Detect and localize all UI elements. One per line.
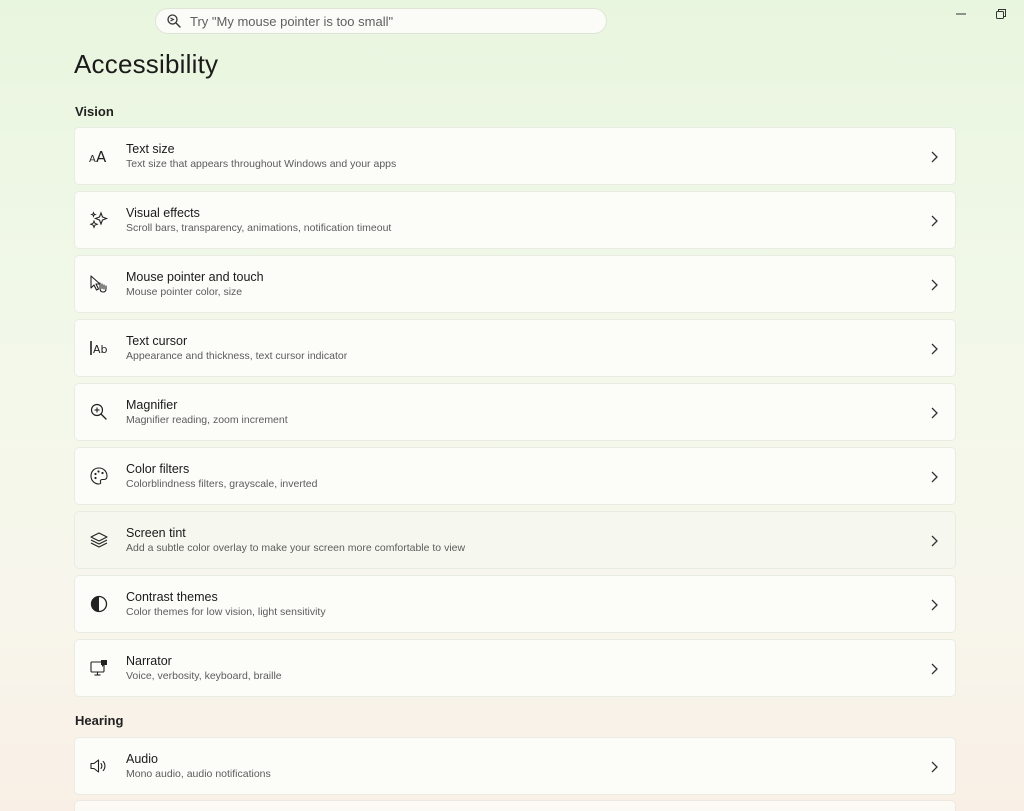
setting-label: Magnifier — [126, 397, 178, 412]
chevron-right-icon — [929, 662, 939, 676]
page-title: Accessibility — [74, 49, 219, 79]
minimize-button[interactable] — [949, 4, 973, 24]
setting-label: Narrator — [126, 653, 172, 668]
setting-color-filters[interactable]: Color filters Colorblindness filters, gr… — [74, 447, 956, 505]
setting-narrator[interactable]: Narrator Voice, verbosity, keyboard, bra… — [74, 639, 956, 697]
restore-button[interactable] — [989, 4, 1013, 24]
chevron-right-icon — [929, 598, 939, 612]
setting-description: Voice, verbosity, keyboard, braille — [126, 669, 282, 682]
minimize-icon — [956, 9, 966, 19]
mouse-pointer-icon — [89, 274, 109, 294]
setting-description: Color themes for low vision, light sensi… — [126, 605, 326, 618]
setting-description: Mono audio, audio notifications — [126, 767, 271, 780]
setting-text-cursor[interactable]: Ab Text cursor Appearance and thickness,… — [74, 319, 956, 377]
setting-label: Mouse pointer and touch — [126, 269, 264, 284]
setting-text-size[interactable]: A A Text size Text size that appears thr… — [74, 127, 956, 185]
contrast-icon — [89, 594, 109, 614]
setting-audio[interactable]: Audio Mono audio, audio notifications — [74, 737, 956, 795]
setting-label: Visual effects — [126, 205, 200, 220]
setting-description: Appearance and thickness, text cursor in… — [126, 349, 348, 362]
next-setting-card-partial[interactable] — [74, 800, 956, 811]
svg-text:A: A — [89, 154, 96, 165]
setting-label: Audio — [126, 751, 158, 766]
setting-screen-tint[interactable]: Screen tint Add a subtle color overlay t… — [74, 511, 956, 569]
vision-settings-list: A A Text size Text size that appears thr… — [74, 127, 956, 703]
setting-description: Add a subtle color overlay to make your … — [126, 541, 466, 554]
setting-label: Text cursor — [126, 333, 188, 348]
setting-label: Screen tint — [126, 525, 186, 540]
hearing-settings-list: Audio Mono audio, audio notifications — [74, 737, 956, 801]
chevron-right-icon — [929, 534, 939, 548]
chevron-right-icon — [929, 406, 939, 420]
text-size-icon: A A — [89, 146, 109, 166]
speaker-icon — [89, 756, 109, 776]
setting-description: Colorblindness filters, grayscale, inver… — [126, 477, 318, 490]
chevron-right-icon — [929, 150, 939, 164]
chevron-right-icon — [929, 760, 939, 774]
sparkle-icon — [89, 210, 109, 230]
search-input[interactable] — [188, 12, 592, 30]
setting-mouse-pointer[interactable]: Mouse pointer and touch Mouse pointer co… — [74, 255, 956, 313]
setting-description: Text size that appears throughout Window… — [126, 157, 397, 170]
section-title-hearing: Hearing — [75, 713, 124, 728]
chevron-right-icon — [929, 278, 939, 292]
setting-label: Text size — [126, 141, 175, 156]
narrator-icon — [89, 658, 109, 678]
setting-visual-effects[interactable]: Visual effects Scroll bars, transparency… — [74, 191, 956, 249]
palette-icon — [89, 466, 109, 486]
svg-text:Ab: Ab — [93, 343, 108, 356]
search-icon — [166, 13, 182, 29]
setting-label: Color filters — [126, 461, 190, 476]
chevron-right-icon — [929, 470, 939, 484]
text-cursor-icon: Ab — [89, 338, 109, 358]
chevron-right-icon — [929, 342, 939, 356]
setting-description: Magnifier reading, zoom increment — [126, 413, 288, 426]
section-title-vision: Vision — [75, 104, 114, 119]
setting-description: Mouse pointer color, size — [126, 285, 243, 298]
setting-magnifier[interactable]: Magnifier Magnifier reading, zoom increm… — [74, 383, 956, 441]
setting-contrast-themes[interactable]: Contrast themes Color themes for low vis… — [74, 575, 956, 633]
layers-icon — [89, 530, 109, 550]
restore-icon — [996, 9, 1006, 19]
setting-description: Scroll bars, transparency, animations, n… — [126, 221, 392, 234]
setting-label: Contrast themes — [126, 589, 218, 604]
svg-text:A: A — [96, 148, 107, 166]
chevron-right-icon — [929, 214, 939, 228]
magnifier-icon — [89, 402, 109, 422]
search-box[interactable] — [155, 8, 607, 34]
